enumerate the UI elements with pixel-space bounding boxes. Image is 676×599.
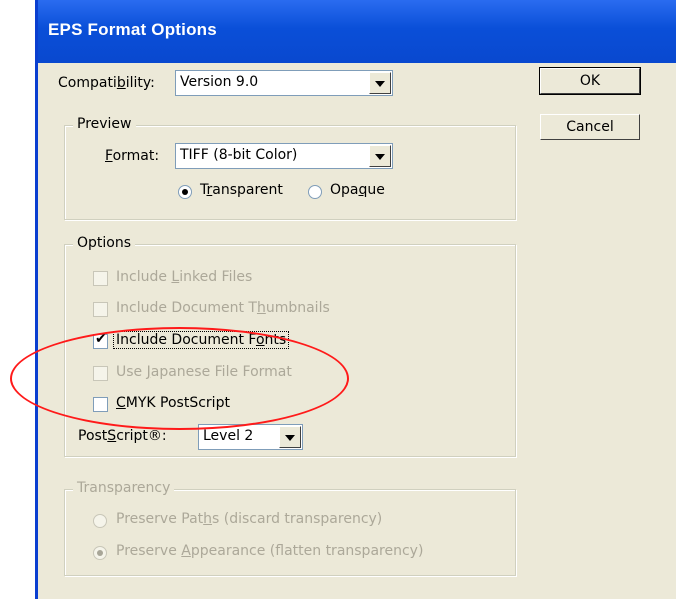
transparent-radio[interactable]: [178, 185, 192, 199]
compatibility-label: Compatibility:: [58, 75, 155, 91]
opaque-label: Opaque: [330, 182, 385, 198]
preview-group: [64, 125, 516, 220]
chevron-down-icon[interactable]: [369, 72, 391, 94]
compatibility-dropdown[interactable]: Version 9.0: [175, 70, 393, 96]
ok-button[interactable]: OK: [539, 67, 641, 95]
transparency-group: [64, 489, 516, 576]
preserve-paths-label: Preserve Paths (discard transparency): [116, 511, 383, 527]
dialog-title: EPS Format Options: [48, 20, 217, 39]
format-label: Format:: [105, 148, 160, 164]
japanese-format-checkbox[interactable]: [93, 366, 108, 381]
options-legend: Options: [73, 235, 136, 251]
include-linked-files-checkbox[interactable]: [93, 271, 108, 286]
opaque-radio[interactable]: [308, 185, 322, 199]
include-fonts-checkbox[interactable]: [93, 331, 108, 349]
chevron-down-icon[interactable]: [369, 145, 391, 167]
include-linked-files-label: Include Linked Files: [116, 269, 253, 285]
preserve-paths-radio[interactable]: [93, 514, 107, 528]
preview-format-value: TIFF (8-bit Color): [180, 147, 298, 163]
preview-legend: Preview: [73, 116, 136, 132]
include-fonts-label: Include Document Fonts: [113, 331, 290, 349]
cmyk-postscript-checkbox[interactable]: [93, 397, 108, 412]
postscript-level-dropdown[interactable]: Level 2: [198, 424, 303, 450]
cancel-button[interactable]: Cancel: [540, 114, 640, 140]
include-thumbnails-label: Include Document Thumbnails: [116, 300, 330, 316]
transparency-legend: Transparency: [73, 480, 175, 496]
preview-format-dropdown[interactable]: TIFF (8-bit Color): [175, 143, 393, 169]
include-thumbnails-checkbox[interactable]: [93, 302, 108, 317]
cmyk-postscript-label: CMYK PostScript: [116, 395, 230, 411]
compatibility-value: Version 9.0: [180, 74, 259, 90]
japanese-format-label: Use Japanese File Format: [116, 364, 292, 380]
transparent-label: Transparent: [200, 182, 283, 198]
postscript-level-label: PostScript®:: [78, 428, 167, 444]
eps-format-options-dialog: EPS Format Options Compatibility: Versio…: [35, 0, 676, 599]
title-bar[interactable]: EPS Format Options: [38, 0, 676, 63]
chevron-down-icon[interactable]: [279, 426, 301, 448]
postscript-level-value: Level 2: [203, 428, 254, 444]
preserve-appearance-radio[interactable]: [93, 546, 107, 560]
preserve-appearance-label: Preserve Appearance (flatten transparenc…: [116, 543, 424, 559]
